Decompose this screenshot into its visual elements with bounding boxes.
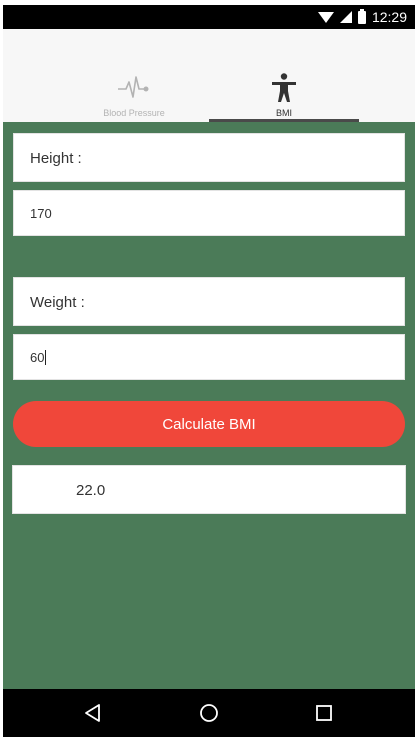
weight-value: 60 <box>30 350 45 365</box>
height-value: 170 <box>30 206 52 221</box>
weight-input[interactable]: 60 <box>13 334 405 380</box>
home-icon[interactable] <box>195 699 223 727</box>
weight-value-wrap: 60 <box>30 350 47 365</box>
status-icons: 12:29 <box>317 7 407 27</box>
status-bar: 12:29 <box>3 5 415 29</box>
text-cursor <box>45 350 47 365</box>
height-input[interactable]: 170 <box>13 190 405 236</box>
back-icon[interactable] <box>79 699 107 727</box>
bmi-result-value: 22.0 <box>76 482 106 499</box>
weight-label: Weight : <box>30 294 85 311</box>
recents-icon[interactable] <box>310 699 338 727</box>
battery-icon <box>357 8 366 24</box>
height-label: Height : <box>30 150 82 167</box>
signal-icon <box>339 11 352 23</box>
selected-tab-indicator <box>209 119 359 122</box>
tab-blood-pressure[interactable]: Blood Pressure <box>59 29 209 122</box>
calculate-bmi-button[interactable]: Calculate BMI <box>13 401 405 447</box>
navigation-bar <box>3 689 415 737</box>
tab-bmi[interactable]: BMI <box>209 29 359 122</box>
app-screen: 12:29 Blood Pressure BMI Height: 170 We… <box>3 5 415 737</box>
tab-header: Blood Pressure BMI <box>3 29 415 122</box>
heartbeat-icon <box>59 73 209 105</box>
weight-label-box: Weight : <box>13 277 405 326</box>
tab-blood-pressure-label: Blood Pressure <box>103 108 165 118</box>
bmi-result-box: 22.0 <box>12 465 406 514</box>
height-label-box: Height : <box>13 133 405 182</box>
status-time: 12:29 <box>371 9 407 25</box>
tab-bmi-label: BMI <box>275 108 292 118</box>
person-icon <box>209 73 359 105</box>
wifi-icon <box>317 11 334 23</box>
